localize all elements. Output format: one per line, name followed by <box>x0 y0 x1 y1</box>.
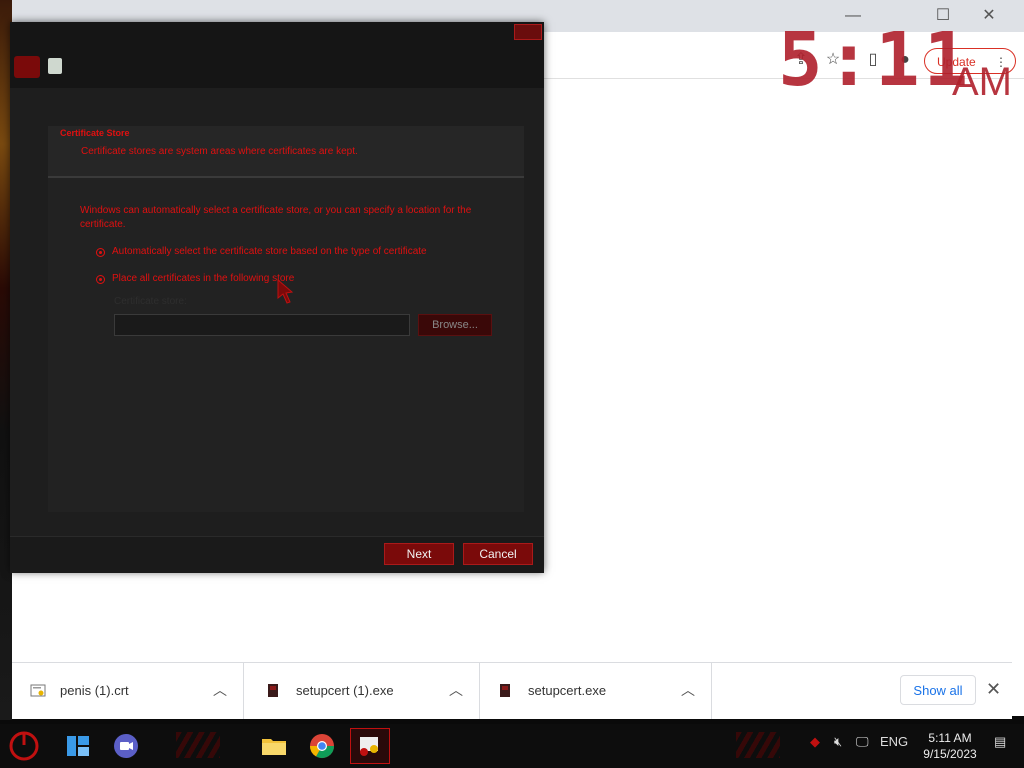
chrome-icon[interactable] <box>306 730 338 762</box>
clock-overlay-ampm: AM <box>952 60 1012 104</box>
file-explorer-icon[interactable] <box>258 730 290 762</box>
certificate-app-icon <box>360 737 378 756</box>
close-downloads-icon[interactable]: ✕ <box>986 679 1001 700</box>
language-indicator[interactable]: ENG <box>880 734 908 749</box>
radio-auto-select[interactable]: Automatically select the certificate sto… <box>96 246 516 260</box>
dialog-body: Windows can automatically select a certi… <box>48 178 524 512</box>
task-view-icon[interactable] <box>62 730 94 762</box>
dialog-footer: Next Cancel <box>10 536 544 573</box>
radio-auto-label: Automatically select the certificate sto… <box>112 246 427 257</box>
clock-overlay-digits: 5:11 <box>778 17 973 103</box>
msi-logo-icon <box>14 56 40 78</box>
download-item[interactable]: setupcert.exe ︿ <box>480 663 712 719</box>
taskbar: ◆ 🔇︎ 🖵︎ ENG 5:11 AM 9/15/2023 ▤ <box>0 724 1024 768</box>
radio-dot[interactable] <box>96 248 105 257</box>
start-icon[interactable] <box>8 730 40 762</box>
download-item[interactable]: penis (1).crt ︿ <box>12 663 244 719</box>
dialog-close-button[interactable] <box>514 24 542 40</box>
chevron-up-icon[interactable]: ︿ <box>449 680 463 700</box>
mouse-cursor-icon <box>277 278 294 304</box>
download-filename: penis (1).crt <box>60 683 129 698</box>
taskbar-time: 5:11 AM <box>928 731 972 745</box>
certificate-icon <box>48 58 62 74</box>
download-item[interactable]: setupcert (1).exe ︿ <box>248 663 480 719</box>
network-icon[interactable]: 🖵︎ <box>856 734 869 750</box>
certificate-store-label: Certificate store: <box>114 296 187 307</box>
browse-button[interactable]: Browse... <box>418 314 492 336</box>
exe-file-icon <box>268 684 278 697</box>
taskbar-clock[interactable]: 5:11 AM 9/15/2023 <box>918 730 982 762</box>
taskbar-decoration <box>736 732 780 758</box>
certificate-file-icon <box>30 684 46 697</box>
chevron-up-icon[interactable]: ︿ <box>213 680 227 700</box>
download-filename: setupcert.exe <box>528 683 607 698</box>
radio-dot[interactable] <box>96 275 105 284</box>
dialog-header: Certificate Store Certificate stores are… <box>48 126 524 178</box>
dialog-title-area <box>10 22 544 88</box>
downloads-bar: penis (1).crt ︿ setupcert (1).exe ︿ setu… <box>12 662 1012 719</box>
store-description: Windows can automatically select a certi… <box>80 205 472 230</box>
next-button[interactable]: Next <box>384 543 454 565</box>
radio-place-in-store[interactable]: Place all certificates in the following … <box>96 273 516 287</box>
taskbar-date: 9/15/2023 <box>923 747 977 761</box>
chevron-up-icon[interactable]: ︿ <box>681 680 695 700</box>
radio-place-label: Place all certificates in the following … <box>112 273 295 284</box>
volume-muted-icon[interactable]: 🔇︎ <box>834 734 842 750</box>
active-certificate-app[interactable] <box>350 728 390 764</box>
teams-chat-icon[interactable] <box>110 730 142 762</box>
taskbar-decoration <box>176 732 220 758</box>
download-filename: setupcert (1).exe <box>296 683 394 698</box>
notifications-icon[interactable]: ▤ <box>994 734 1006 750</box>
msi-dragon-tray-icon[interactable]: ◆ <box>810 734 820 750</box>
page-subtitle: Certificate stores are system areas wher… <box>81 146 358 157</box>
show-all-button[interactable]: Show all <box>900 675 976 705</box>
page-title: Certificate Store <box>60 128 130 138</box>
certificate-store-input[interactable] <box>114 314 410 336</box>
exe-file-icon <box>500 684 510 697</box>
cancel-button[interactable]: Cancel <box>463 543 533 565</box>
close-window-button[interactable]: ✕ <box>966 4 1012 28</box>
